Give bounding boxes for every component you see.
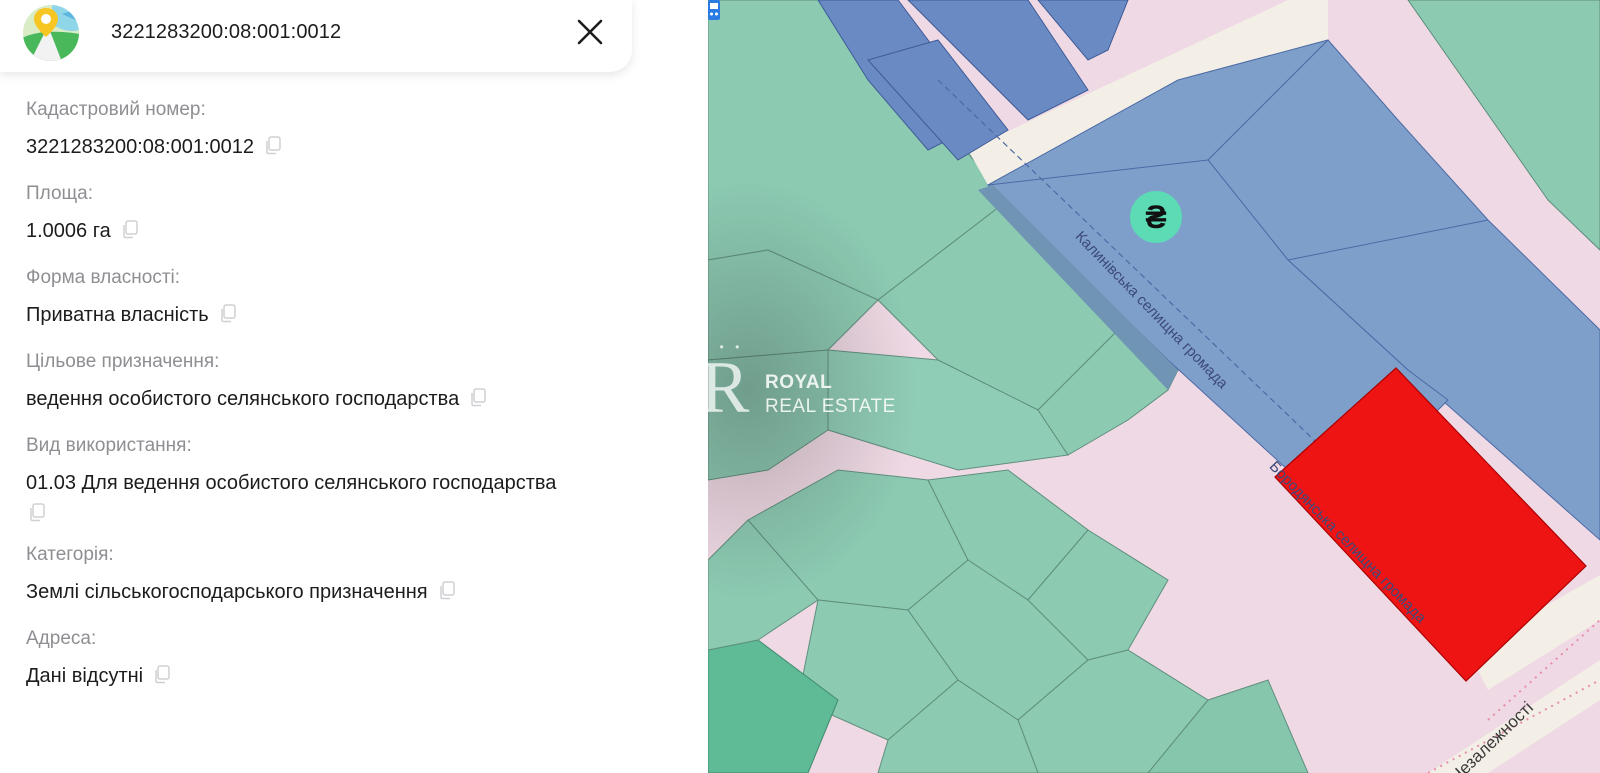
field-value: 01.03 Для ведення особистого селянського… bbox=[26, 469, 686, 522]
field-usage-type: Вид використання: 01.03 Для ведення особ… bbox=[26, 434, 686, 522]
field-value-text: 1.0006 га bbox=[26, 220, 111, 242]
cadastral-map[interactable]: Калинівська селищна громада Бородянська … bbox=[708, 0, 1600, 773]
close-icon[interactable] bbox=[572, 14, 608, 50]
field-label: Кадастровий номер: bbox=[26, 99, 206, 120]
copy-icon[interactable] bbox=[264, 136, 282, 155]
field-value: 3221283200:08:001:0012 bbox=[26, 133, 686, 161]
copy-icon[interactable] bbox=[438, 581, 456, 600]
field-cadastral-number: Кадастровий номер: 3221283200:08:001:001… bbox=[26, 98, 686, 161]
copy-icon[interactable] bbox=[153, 665, 171, 684]
map-pin-app-icon bbox=[23, 5, 79, 61]
copy-icon[interactable] bbox=[28, 503, 46, 522]
field-category: Категорія: Землі сільськогосподарського … bbox=[26, 543, 686, 606]
field-value: ведення особистого селянського господарс… bbox=[26, 385, 686, 413]
field-label: Форма власності: bbox=[26, 267, 181, 288]
bus-stop-icon[interactable] bbox=[708, 0, 720, 20]
copy-icon[interactable] bbox=[121, 220, 139, 239]
field-value: Приватна власність bbox=[26, 301, 686, 329]
field-area: Площа: 1.0006 га bbox=[26, 182, 686, 245]
field-purpose: Цільове призначення: ведення особистого … bbox=[26, 350, 686, 413]
parcel-green[interactable] bbox=[708, 349, 829, 481]
header-cadastral-number: 3221283200:08:001:0012 bbox=[111, 21, 342, 43]
field-value-text: Землі сільськогосподарського призначення bbox=[26, 581, 428, 603]
field-label: Категорія: bbox=[26, 544, 114, 565]
copy-icon[interactable] bbox=[219, 304, 237, 323]
parcel-fields: Кадастровий номер: 3221283200:08:001:001… bbox=[26, 98, 686, 711]
copy-icon[interactable] bbox=[469, 388, 487, 407]
field-label: Площа: bbox=[26, 183, 94, 204]
field-value: 1.0006 га bbox=[26, 217, 686, 245]
field-ownership: Форма власності: Приватна власність bbox=[26, 266, 686, 329]
panel-header: 3221283200:08:001:0012 bbox=[0, 0, 632, 72]
field-value: Дані відсутні bbox=[26, 662, 686, 690]
field-value-text: ведення особистого селянського господарс… bbox=[26, 388, 460, 410]
price-marker-icon[interactable]: ₴ bbox=[1130, 191, 1182, 243]
field-label: Цільове призначення: bbox=[26, 351, 220, 372]
field-value: Землі сільськогосподарського призначення bbox=[26, 578, 686, 606]
field-address: Адреса: Дані відсутні bbox=[26, 627, 686, 690]
field-label: Адреса: bbox=[26, 628, 97, 649]
parcel-info-panel: 3221283200:08:001:0012 Кадастровий номер… bbox=[0, 0, 708, 773]
field-value-text: 01.03 Для ведення особистого селянського… bbox=[26, 472, 557, 494]
field-value-text: Дані відсутні bbox=[26, 665, 144, 687]
map-layer[interactable] bbox=[708, 0, 1600, 773]
field-value-text: 3221283200:08:001:0012 bbox=[26, 136, 255, 158]
field-label: Вид використання: bbox=[26, 435, 192, 456]
field-value-text: Приватна власність bbox=[26, 304, 209, 326]
